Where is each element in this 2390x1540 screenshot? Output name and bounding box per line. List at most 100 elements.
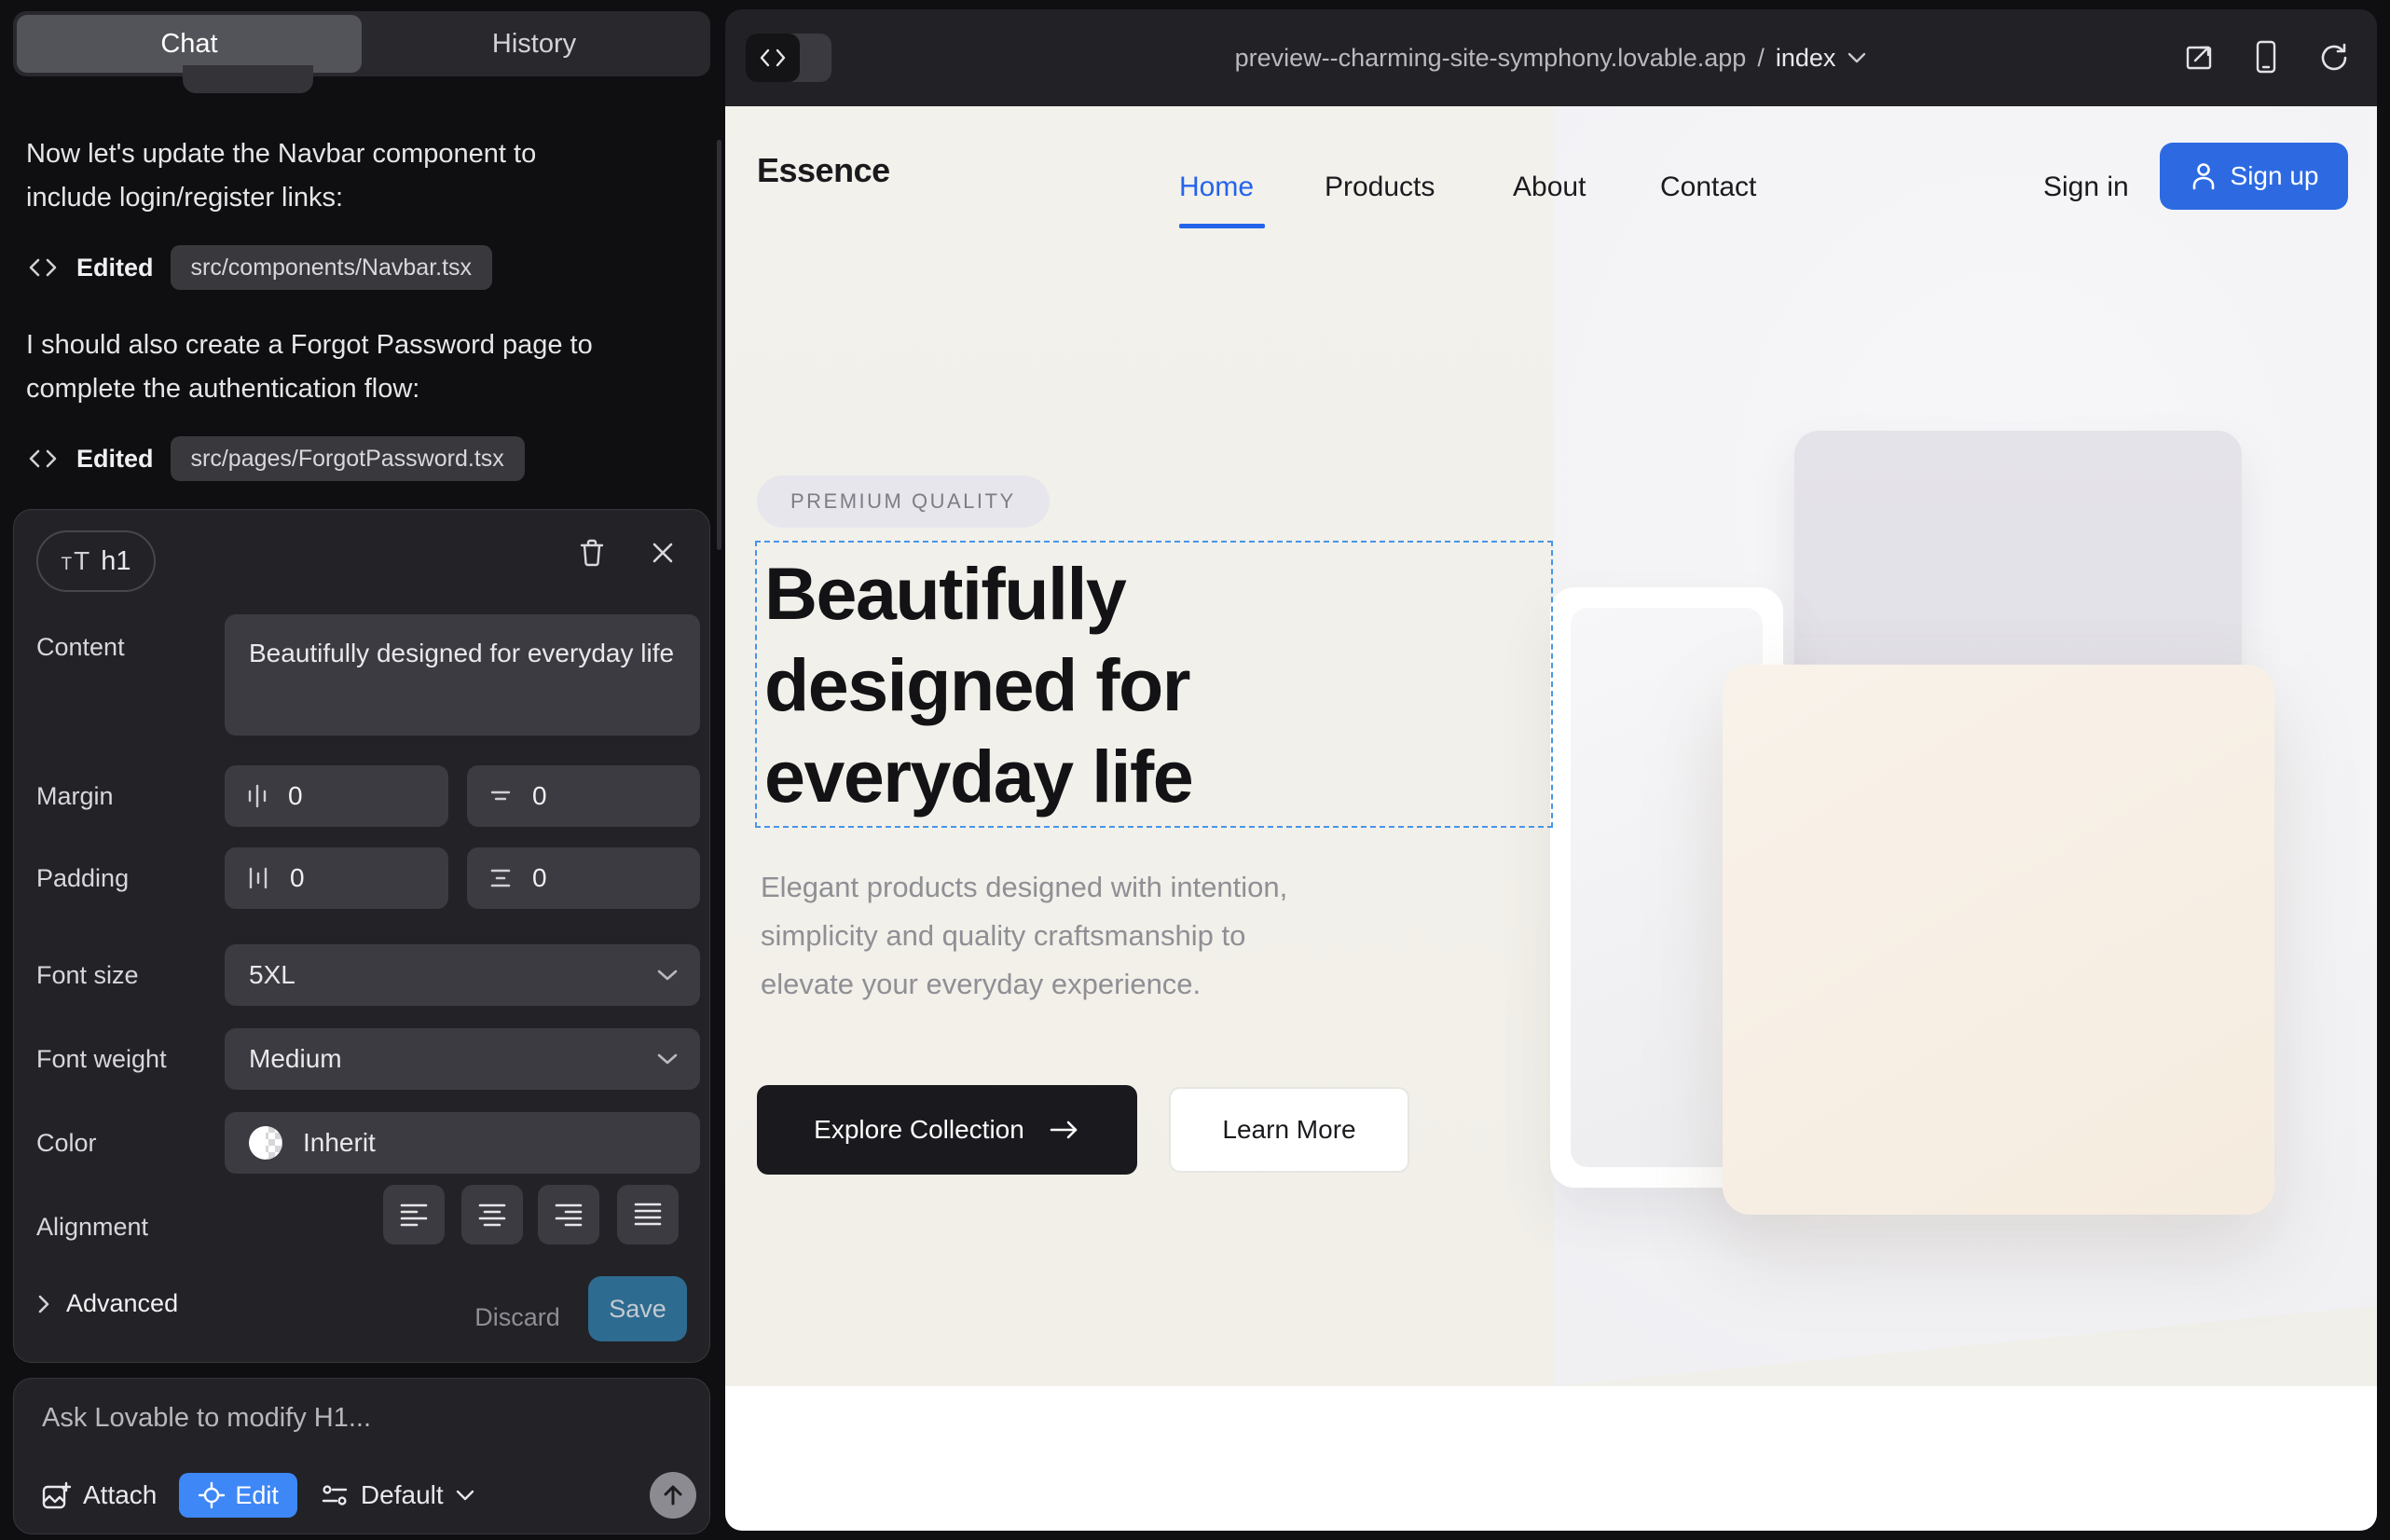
chat-message-line: Now let's update the Navbar component to bbox=[26, 132, 688, 176]
code-icon bbox=[26, 444, 60, 474]
margin-horizontal-icon bbox=[245, 782, 269, 810]
chevron-right-icon bbox=[36, 1293, 51, 1315]
sliders-icon bbox=[320, 1481, 350, 1509]
send-button[interactable] bbox=[650, 1472, 696, 1519]
chat-scrollbar[interactable] bbox=[717, 140, 721, 550]
margin-label: Margin bbox=[36, 782, 114, 811]
target-icon bbox=[198, 1481, 226, 1509]
tab-chat[interactable]: Chat bbox=[17, 15, 362, 73]
refresh-button[interactable] bbox=[2314, 37, 2353, 76]
attach-button[interactable]: Attach bbox=[40, 1479, 157, 1511]
nav-link-products[interactable]: Products bbox=[1325, 172, 1435, 203]
align-right-button[interactable] bbox=[538, 1185, 599, 1244]
chat-message-line: complete the authentication flow: bbox=[26, 367, 688, 411]
mobile-view-button[interactable] bbox=[2246, 37, 2286, 76]
edited-file-row: Edited src/components/Navbar.tsx bbox=[26, 244, 492, 291]
file-path-chip[interactable]: src/pages/ForgotPassword.tsx bbox=[171, 436, 525, 481]
font-weight-value: Medium bbox=[249, 1044, 342, 1074]
padding-x-input[interactable]: 0 bbox=[225, 847, 448, 909]
attach-image-icon bbox=[40, 1479, 72, 1511]
padding-horizontal-icon bbox=[245, 864, 271, 892]
learn-more-button[interactable]: Learn More bbox=[1169, 1087, 1409, 1173]
sign-in-link[interactable]: Sign in bbox=[2043, 172, 2129, 203]
discard-button[interactable]: Discard bbox=[461, 1289, 573, 1345]
explore-collection-button[interactable]: Explore Collection bbox=[757, 1085, 1137, 1175]
external-link-icon bbox=[2182, 40, 2216, 74]
align-center-button[interactable] bbox=[461, 1185, 523, 1244]
selected-element-chip[interactable]: TT h1 bbox=[36, 530, 156, 592]
chat-input-toolbar: Attach Edit Default bbox=[40, 1472, 475, 1519]
site-logo[interactable]: Essence bbox=[757, 151, 890, 190]
chat-message-line: include login/register links: bbox=[26, 176, 688, 220]
selected-h1-outline[interactable]: Beautifullydesigned foreveryday life bbox=[755, 541, 1553, 828]
nav-link-home[interactable]: Home bbox=[1179, 172, 1254, 203]
padding-x-value: 0 bbox=[290, 863, 305, 893]
content-textarea[interactable]: Beautifully designed for everyday life bbox=[225, 614, 700, 736]
explore-collection-label: Explore Collection bbox=[814, 1115, 1024, 1145]
attach-label: Attach bbox=[83, 1480, 157, 1510]
preview-url-page: index bbox=[1776, 44, 1836, 73]
padding-label: Padding bbox=[36, 864, 129, 893]
hero-heading: Beautifullydesigned foreveryday life bbox=[764, 548, 1192, 822]
padding-y-input[interactable]: 0 bbox=[467, 847, 700, 909]
hero-paragraph-line: simplicity and quality craftsmanship to bbox=[761, 912, 1287, 960]
chat-message: Now let's update the Navbar component to… bbox=[26, 132, 688, 220]
chat-input-panel: Attach Edit Default bbox=[13, 1378, 710, 1534]
site-viewport: Essence Home Products About Contact Sign… bbox=[725, 106, 2377, 1531]
align-center-icon bbox=[476, 1201, 508, 1229]
delete-element-button[interactable] bbox=[573, 534, 611, 571]
nav-link-about[interactable]: About bbox=[1513, 172, 1586, 203]
element-editor-panel: TT h1 Content Beautifully designed for e… bbox=[13, 509, 710, 1363]
hero-paragraph-line: Elegant products designed with intention… bbox=[761, 863, 1287, 912]
chat-input[interactable] bbox=[42, 1403, 601, 1434]
padding-vertical-icon bbox=[488, 865, 514, 891]
edit-mode-pill[interactable]: Edit bbox=[179, 1473, 297, 1518]
font-weight-label: Font weight bbox=[36, 1045, 167, 1074]
edit-label: Edit bbox=[235, 1481, 279, 1510]
margin-vertical-icon bbox=[488, 784, 514, 808]
font-weight-select[interactable]: Medium bbox=[225, 1028, 700, 1090]
hero-paragraph-line: elevate your everyday experience. bbox=[761, 960, 1287, 1009]
preview-url-bar[interactable]: preview--charming-site-symphony.lovable.… bbox=[725, 9, 2377, 106]
align-justify-button[interactable] bbox=[617, 1185, 679, 1244]
margin-x-value: 0 bbox=[288, 781, 303, 811]
content-label: Content bbox=[36, 633, 125, 662]
arrow-right-icon bbox=[1049, 1119, 1080, 1141]
font-size-label: Font size bbox=[36, 961, 139, 990]
color-value: Inherit bbox=[303, 1128, 376, 1158]
font-size-select[interactable]: 5XL bbox=[225, 944, 700, 1006]
trash-icon bbox=[577, 537, 607, 569]
save-button[interactable]: Save bbox=[588, 1276, 687, 1341]
mode-label: Default bbox=[361, 1480, 444, 1510]
refresh-icon bbox=[2317, 41, 2349, 73]
sign-up-button[interactable]: Sign up bbox=[2160, 143, 2348, 210]
advanced-expander[interactable]: Advanced bbox=[36, 1289, 178, 1318]
advanced-label: Advanced bbox=[66, 1289, 178, 1318]
close-editor-button[interactable] bbox=[644, 534, 681, 571]
chevron-down-icon bbox=[655, 968, 680, 983]
preview-url-separator: / bbox=[1757, 44, 1765, 73]
margin-x-input[interactable]: 0 bbox=[225, 765, 448, 827]
align-left-button[interactable] bbox=[383, 1185, 445, 1244]
preview-header: preview--charming-site-symphony.lovable.… bbox=[725, 9, 2377, 106]
preview-actions bbox=[2179, 37, 2353, 76]
sign-up-label: Sign up bbox=[2231, 161, 2319, 191]
margin-y-input[interactable]: 0 bbox=[467, 765, 700, 827]
nav-link-contact[interactable]: Contact bbox=[1660, 172, 1756, 203]
open-in-new-tab-button[interactable] bbox=[2179, 37, 2218, 76]
chevron-down-icon bbox=[655, 1052, 680, 1066]
file-path-chip[interactable]: src/components/Navbar.tsx bbox=[171, 245, 493, 290]
color-label: Color bbox=[36, 1129, 97, 1158]
edited-label: Edited bbox=[76, 254, 154, 282]
tab-history[interactable]: History bbox=[362, 15, 707, 73]
learn-more-label: Learn More bbox=[1222, 1115, 1355, 1145]
align-left-icon bbox=[398, 1201, 430, 1229]
close-icon bbox=[649, 539, 677, 567]
active-nav-underline bbox=[1179, 224, 1265, 228]
margin-y-value: 0 bbox=[532, 781, 547, 811]
alignment-label: Alignment bbox=[36, 1213, 148, 1242]
mode-select[interactable]: Default bbox=[320, 1480, 475, 1510]
color-select[interactable]: Inherit bbox=[225, 1112, 700, 1174]
chat-message-line: I should also create a Forgot Password p… bbox=[26, 323, 688, 367]
edited-file-row: Edited src/pages/ForgotPassword.tsx bbox=[26, 435, 525, 482]
